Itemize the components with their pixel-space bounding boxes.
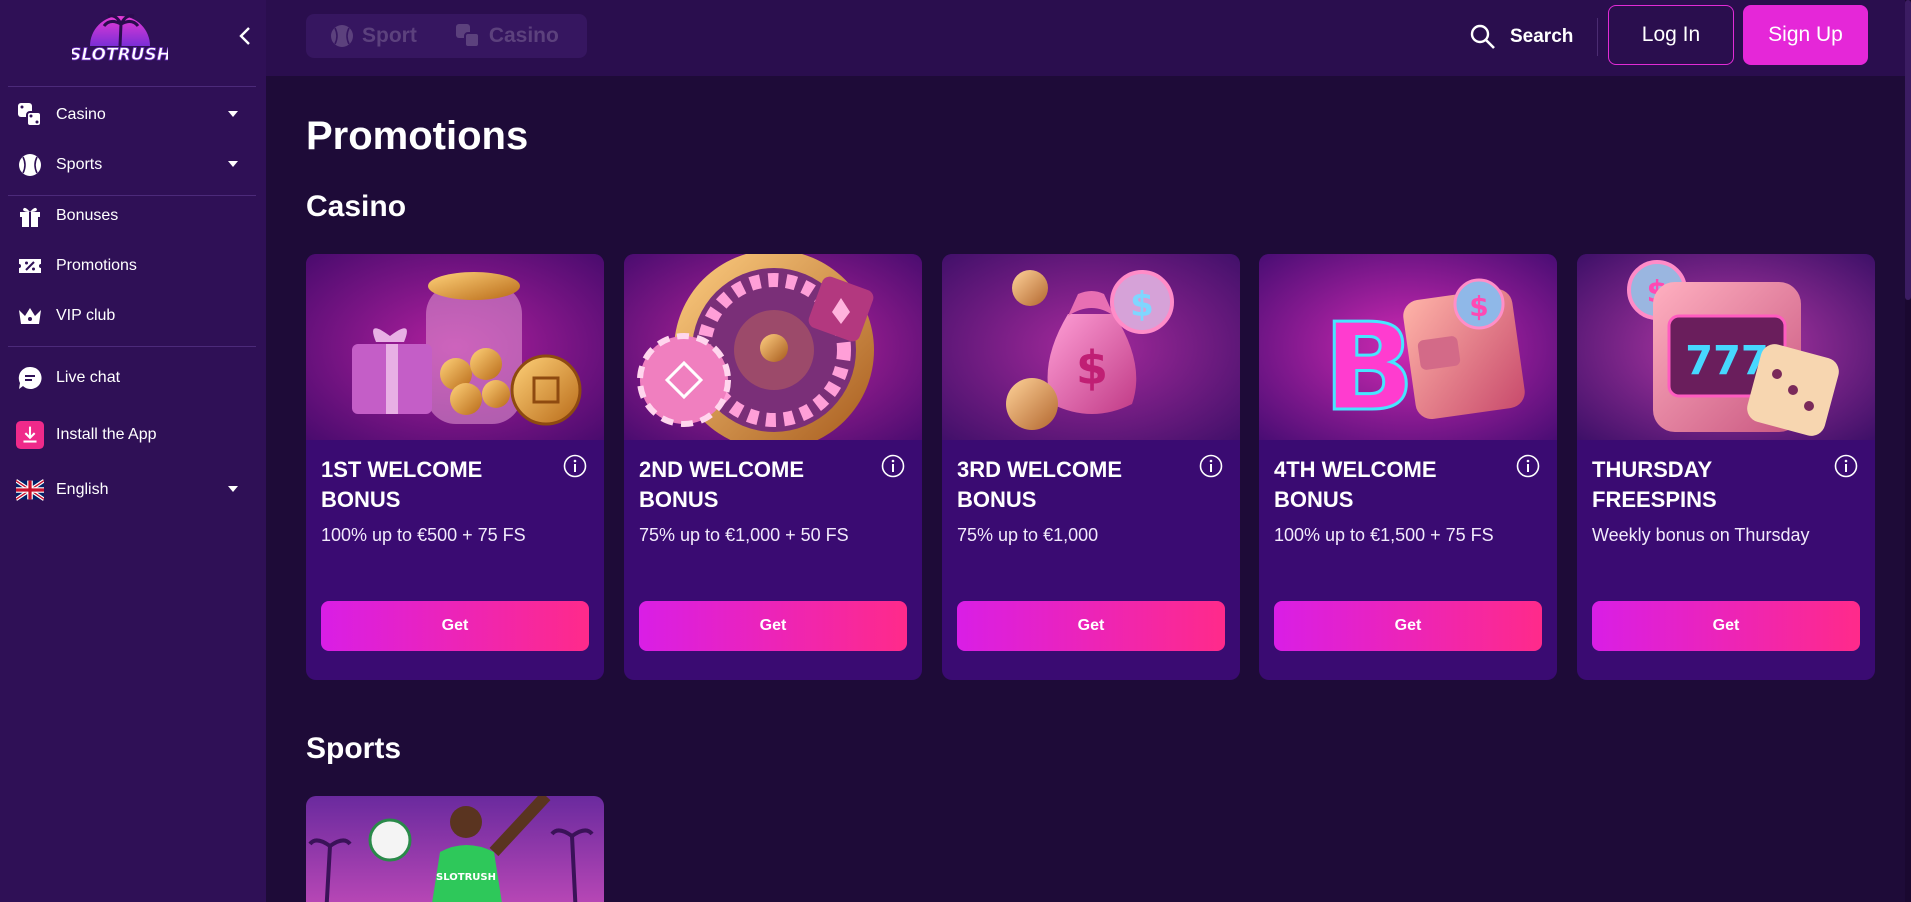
sidebar-item-promotions[interactable]: Promotions: [8, 246, 256, 286]
section-title-casino: Casino: [306, 190, 407, 223]
language-label: English: [56, 481, 109, 498]
sidebar-divider: [8, 86, 256, 87]
sidebar-item-casino[interactable]: Casino: [8, 95, 256, 135]
sidebar-item-install-app[interactable]: Install the App: [8, 415, 256, 455]
promo-image-money-bag: $ $: [942, 254, 1240, 440]
promo-description: Weekly bonus on Thursday: [1592, 525, 1810, 545]
sidebar-item-label: Sports: [56, 156, 103, 173]
info-icon[interactable]: [1516, 454, 1540, 478]
promo-description: 100% up to €500 + 75 FS: [321, 525, 526, 545]
get-bonus-button[interactable]: Get: [1274, 601, 1542, 651]
promo-card: 2ND WELCOME BONUS 75% up to €1,000 + 50 …: [624, 254, 922, 680]
svg-text:$: $: [1076, 341, 1108, 395]
sidebar-item-label: Live chat: [56, 369, 121, 386]
info-icon[interactable]: [1834, 454, 1858, 478]
uk-flag-icon: [16, 476, 44, 504]
promo-image-roulette-wheel: [624, 254, 922, 450]
promo-image-soccer-player: SLOTRUSH: [306, 796, 604, 902]
sidebar-item-label: Casino: [56, 106, 106, 123]
sidebar-divider: [8, 346, 256, 347]
tab-sport[interactable]: Sport: [330, 24, 417, 48]
promo-card: 1ST WELCOME BONUS 100% up to €500 + 75 F…: [306, 254, 604, 680]
get-bonus-button[interactable]: Get: [321, 601, 589, 651]
sidebar-item-label: VIP club: [56, 307, 116, 324]
dice-icon: [455, 24, 480, 48]
promo-description: 75% up to €1,000: [957, 525, 1099, 545]
tab-label: Casino: [488, 24, 559, 47]
signup-button[interactable]: Sign Up: [1743, 5, 1868, 65]
sports-promo-card[interactable]: SLOTRUSH: [306, 796, 604, 902]
sidebar-item-vip-club[interactable]: VIP club: [8, 296, 256, 336]
top-bar: Sport Casino Search Log In Sign Up: [266, 0, 1911, 76]
gift-icon: [16, 202, 44, 230]
info-icon[interactable]: [1199, 454, 1223, 478]
info-icon[interactable]: [563, 454, 587, 478]
promo-card: $ $ 3RD WELCOME BONUS 75% up to €1,000 G…: [942, 254, 1240, 680]
baseball-icon: [16, 151, 44, 179]
promo-card: $ 777 THURSDAY FREESPINS Weekly bonus on…: [1577, 254, 1875, 680]
tab-label: Sport: [362, 24, 417, 47]
promo-image-gift-coin-jar: [306, 254, 604, 440]
search-icon: [1470, 24, 1495, 49]
chevron-left-icon: [239, 27, 250, 45]
promo-image-slot-machine-777: $ 777: [1577, 254, 1875, 440]
caret-down-icon: [228, 161, 238, 167]
promo-title: 2ND WELCOME BONUS: [639, 457, 804, 512]
sport-casino-switch: Sport Casino: [306, 14, 587, 58]
svg-text:$: $: [1469, 290, 1488, 323]
login-button[interactable]: Log In: [1608, 5, 1734, 65]
sidebar-item-bonuses[interactable]: Bonuses: [8, 196, 256, 236]
svg-text:B: B: [1323, 299, 1414, 438]
header-divider: [1597, 18, 1598, 56]
page-title: Promotions: [306, 114, 529, 158]
search-label: Search: [1510, 26, 1574, 47]
svg-text:$: $: [1130, 285, 1154, 325]
svg-text:SLOTRUSH: SLOTRUSH: [72, 45, 168, 65]
info-icon[interactable]: [881, 454, 905, 478]
promo-description: 100% up to €1,500 + 75 FS: [1274, 525, 1494, 545]
download-icon: [16, 421, 44, 449]
caret-down-icon: [228, 111, 238, 117]
promo-title: THURSDAY FREESPINS: [1592, 457, 1717, 512]
chat-icon: [16, 364, 44, 392]
promo-card: $ B 4TH WELCOME BONUS 100% up to €1,500 …: [1259, 254, 1557, 680]
get-bonus-button[interactable]: Get: [1592, 601, 1860, 651]
sidebar-item-live-chat[interactable]: Live chat: [8, 358, 256, 398]
promo-title: 4TH WELCOME BONUS: [1274, 457, 1437, 512]
sidebar-item-sports[interactable]: Sports: [8, 145, 256, 185]
promo-description: 75% up to €1,000 + 50 FS: [639, 525, 849, 545]
sidebar-item-language[interactable]: English: [8, 470, 256, 510]
get-bonus-button[interactable]: Get: [957, 601, 1225, 651]
promo-image-bitcoin-wallet: $ B: [1259, 254, 1557, 440]
dice-icon: [16, 101, 44, 129]
ticket-icon: [16, 252, 44, 280]
sidebar-item-label: Bonuses: [56, 207, 119, 224]
section-title-sports: Sports: [306, 732, 402, 765]
baseball-icon: [331, 25, 353, 47]
svg-text:SLOTRUSH: SLOTRUSH: [436, 872, 496, 883]
sidebar-item-label: Promotions: [56, 257, 137, 274]
promo-title: 3RD WELCOME BONUS: [957, 457, 1122, 512]
promo-title: 1ST WELCOME BONUS: [321, 457, 483, 512]
collapse-sidebar-button[interactable]: [234, 24, 256, 48]
page-scrollbar[interactable]: [1905, 0, 1911, 902]
sidebar: SLOTRUSH Casino Sports Bonuses Promotion…: [0, 0, 266, 902]
crown-icon: [16, 302, 44, 330]
get-bonus-button[interactable]: Get: [639, 601, 907, 651]
slotrush-logo[interactable]: SLOTRUSH: [69, 6, 171, 66]
search-button[interactable]: Search: [1470, 20, 1573, 54]
tab-casino[interactable]: Casino: [455, 23, 559, 49]
caret-down-icon: [228, 486, 238, 492]
sidebar-item-label: Install the App: [56, 426, 157, 443]
